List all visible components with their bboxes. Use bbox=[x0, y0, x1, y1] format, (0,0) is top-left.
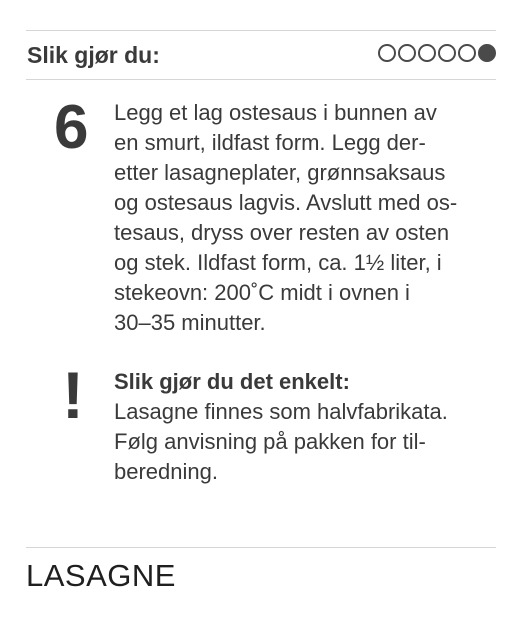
step-text-line: stekeovn: 200˚C midt i ovnen i bbox=[114, 280, 410, 305]
step-text-line: Legg et lag ostesaus i bunnen av bbox=[114, 100, 437, 125]
step-dot bbox=[478, 44, 496, 62]
step-text-line: tesaus, dryss over resten av osten bbox=[114, 220, 450, 245]
tip-title: Slik gjør du det enkelt: bbox=[114, 369, 350, 394]
section-title: Slik gjør du: bbox=[27, 42, 160, 68]
exclamation-icon: ! bbox=[62, 358, 84, 432]
recipe-title: LASAGNE bbox=[26, 558, 176, 593]
step-dot bbox=[398, 44, 416, 62]
step-text-line: og stek. Ildfast form, ca. 1½ liter, i bbox=[114, 250, 442, 275]
step-text-line: og ostesaus lagvis. Avslutt med os- bbox=[114, 190, 458, 215]
step-dot bbox=[438, 44, 456, 62]
step-number: 6 bbox=[54, 93, 89, 162]
tip-text-line: beredning. bbox=[114, 459, 218, 484]
step-dot bbox=[458, 44, 476, 62]
tip-block: Slik gjør du det enkelt: Lasagne finnes … bbox=[114, 367, 492, 487]
tip-text-line: Lasagne finnes som halvfabrikata. bbox=[114, 399, 448, 424]
top-divider bbox=[26, 30, 496, 31]
step-progress-indicator bbox=[378, 44, 496, 62]
step-text-line: en smurt, ildfast form. Legg der- bbox=[114, 130, 426, 155]
step-text-line: 30–35 minutter. bbox=[114, 310, 266, 335]
footer-divider bbox=[26, 547, 496, 548]
step-dot bbox=[418, 44, 436, 62]
step-text-line: etter lasagneplater, grønnsaksaus bbox=[114, 160, 446, 185]
header-divider bbox=[26, 79, 496, 80]
tip-text-line: Følg anvisning på pakken for til- bbox=[114, 429, 426, 454]
step-dot bbox=[378, 44, 396, 62]
step-instructions: Legg et lag ostesaus i bunnen av en smur… bbox=[114, 98, 492, 338]
